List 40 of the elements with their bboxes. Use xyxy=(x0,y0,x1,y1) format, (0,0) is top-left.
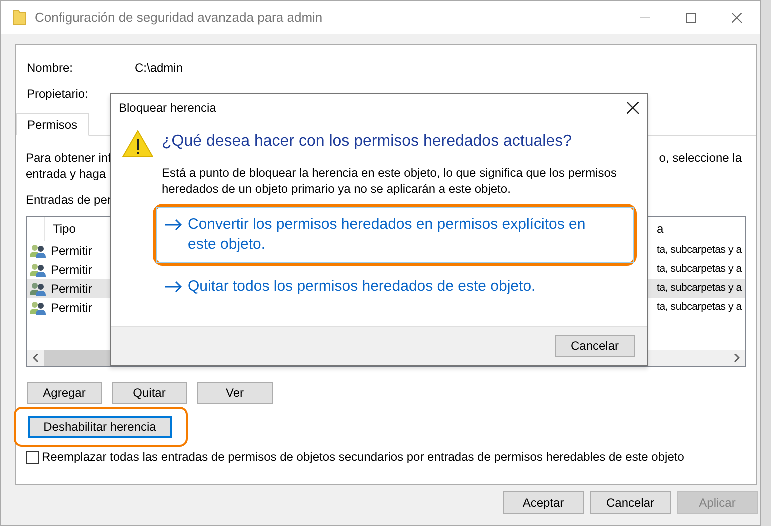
dialog-heading: ¿Qué desea hacer con los permisos heredados actuales? xyxy=(162,132,574,152)
checkbox-label: Reemplazar todas las entradas de permisos de objetos secundarios por entradas de permisos heredables de este objeto xyxy=(42,449,684,466)
dialog-message: Está a punto de bloquear la herencia en este objeto, lo que significa que los permisos heredados de un objeto primario ya no se aplicarán a este objeto. xyxy=(162,165,618,197)
instruction-text: o, seleccione la xyxy=(659,150,742,166)
users-icon xyxy=(30,280,46,296)
column-header[interactable]: a xyxy=(657,220,664,238)
cancel-button[interactable]: Cancelar xyxy=(555,335,635,357)
table-cell-text: ta, subcarpetas y a xyxy=(657,242,742,258)
button[interactable]: Aceptar xyxy=(503,491,584,514)
tab[interactable]: Permisos xyxy=(16,113,89,136)
button[interactable]: Quitar xyxy=(112,382,187,404)
field-label: Propietario: xyxy=(27,86,90,103)
column-header[interactable]: Tipo xyxy=(53,220,76,238)
table-cell-text: ta, subcarpetas y a xyxy=(657,262,742,277)
button[interactable]: Ver xyxy=(197,382,273,404)
window-title: Configuración de seguridad avanzada para admin xyxy=(35,8,323,27)
option-link[interactable]: Quitar todos los permisos heredados de este objeto. xyxy=(156,269,634,305)
button[interactable]: Cancelar xyxy=(590,491,671,514)
table-cell-text: Permitir xyxy=(51,262,92,278)
checkbox[interactable] xyxy=(26,450,39,464)
close-icon[interactable] xyxy=(627,102,639,114)
table-cell-text: Permitir xyxy=(51,300,92,316)
disable-inheritance-button[interactable]: Deshabilitar herencia xyxy=(28,416,172,438)
dialog-title: Bloquear herencia xyxy=(119,100,216,117)
warning-icon xyxy=(122,130,154,158)
button[interactable]: Agregar xyxy=(27,382,102,404)
users-icon xyxy=(30,300,46,316)
field-value: C:\admin xyxy=(135,60,184,77)
option-link[interactable]: Convertir los permisos heredados en permisos explícitos en este objeto. xyxy=(156,207,634,263)
table-cell-text: Permitir xyxy=(51,242,92,260)
field-label: Nombre: xyxy=(27,60,74,77)
users-icon xyxy=(30,262,46,278)
table-cell-text: Permitir xyxy=(51,280,92,298)
instruction-text: entrada y haga xyxy=(26,166,106,182)
folder-icon xyxy=(13,10,27,26)
arrow-icon xyxy=(165,219,183,231)
users-icon xyxy=(30,242,46,258)
table-cell-text: ta, subcarpetas y a xyxy=(657,280,742,296)
arrow-icon xyxy=(165,281,183,293)
table-cell-text: ta, subcarpetas y a xyxy=(657,300,742,315)
